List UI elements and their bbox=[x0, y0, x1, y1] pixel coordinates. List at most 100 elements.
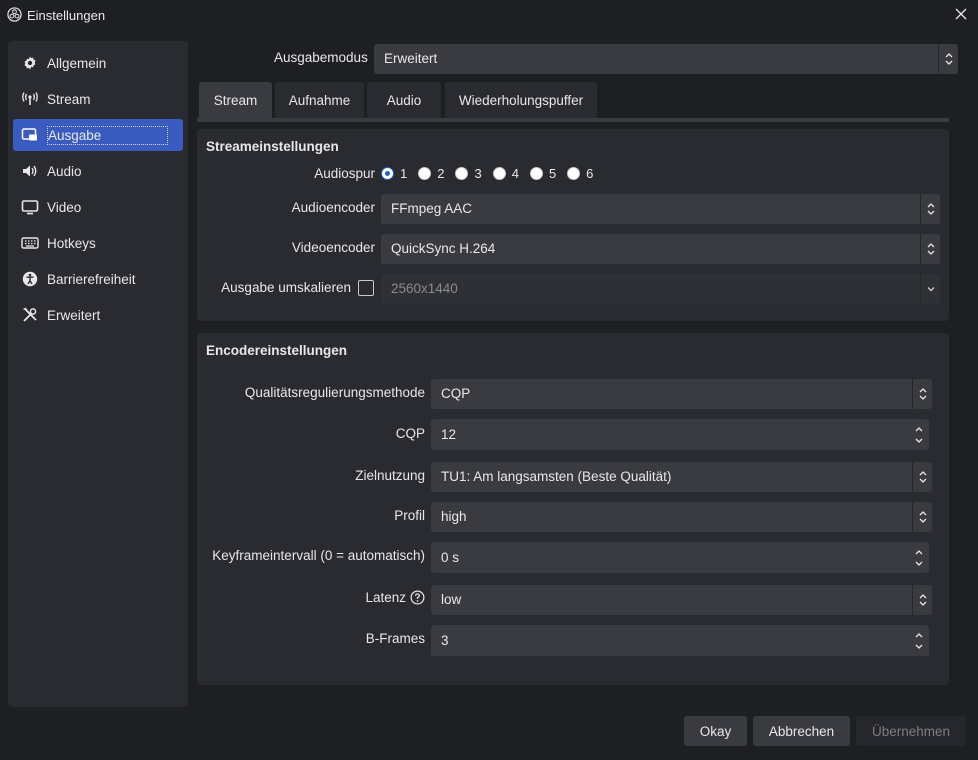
audio-track-radio-3[interactable]: 3 bbox=[455, 166, 482, 181]
audio-encoder-select[interactable]: FFmpeg AAC bbox=[381, 194, 940, 224]
group-title: Encodereinstellungen bbox=[206, 343, 348, 358]
keyframe-value: 0 s bbox=[441, 550, 460, 565]
audio-track-radio-2[interactable]: 2 bbox=[418, 166, 444, 181]
video-encoder-value: QuickSync H.264 bbox=[391, 241, 496, 256]
sidebar-item-video[interactable]: Video bbox=[13, 191, 183, 223]
sidebar-item-barrierefreiheit[interactable]: Barrierefreiheit bbox=[13, 263, 183, 295]
gear-icon bbox=[21, 54, 39, 72]
ok-button-label: Okay bbox=[699, 723, 732, 739]
profile-value: high bbox=[441, 509, 467, 524]
sidebar-item-label: Stream bbox=[47, 91, 91, 107]
settings-sidebar: Allgemein Stream Ausgabe Audio Video Hot… bbox=[8, 41, 188, 707]
radio-circle bbox=[529, 167, 543, 180]
output-icon bbox=[21, 126, 39, 144]
latency-select[interactable]: low bbox=[431, 585, 932, 615]
tab-label: Aufnahme bbox=[288, 92, 351, 108]
latency-value: low bbox=[441, 592, 462, 607]
keyframe-label: Keyframeintervall (0 = automatisch) bbox=[212, 548, 425, 563]
audio-track-radio-4[interactable]: 4 bbox=[492, 166, 519, 181]
sidebar-item-label: Ausgabe bbox=[47, 125, 169, 145]
accessibility-icon bbox=[21, 270, 39, 288]
tab-stream[interactable]: Stream bbox=[199, 82, 272, 118]
cqp-label: CQP bbox=[395, 426, 425, 441]
target-usage-label: Zielnutzung bbox=[355, 468, 425, 483]
sidebar-item-erweitert[interactable]: Erweitert bbox=[13, 299, 183, 331]
radio-label: 4 bbox=[511, 166, 519, 181]
keyboard-icon bbox=[21, 234, 39, 252]
bframes-label: B-Frames bbox=[365, 631, 425, 646]
tab-label: Wiederholungspuffer bbox=[458, 92, 584, 108]
updown-arrows-icon bbox=[920, 234, 940, 264]
radio-label: 3 bbox=[474, 166, 482, 181]
rescale-label: Ausgabe umskalieren bbox=[221, 280, 351, 295]
rate-control-value: CQP bbox=[441, 386, 471, 401]
rescale-resolution-value: 2560x1440 bbox=[391, 281, 458, 296]
radio-label: 1 bbox=[400, 166, 408, 181]
close-icon[interactable] bbox=[953, 6, 969, 22]
output-mode-value: Erweitert bbox=[384, 51, 438, 66]
sidebar-item-label: Video bbox=[47, 199, 82, 215]
tab-wiederholungspuffer[interactable]: Wiederholungspuffer bbox=[445, 82, 597, 118]
audio-encoder-value: FFmpeg AAC bbox=[391, 201, 473, 216]
latency-label: Latenz bbox=[365, 590, 406, 605]
chevron-down-icon bbox=[920, 274, 940, 304]
target-usage-value: TU1: Am langsamsten (Beste Qualität) bbox=[441, 469, 672, 484]
radio-label: 6 bbox=[586, 166, 594, 181]
radio-circle bbox=[418, 167, 432, 180]
sidebar-item-allgemein[interactable]: Allgemein bbox=[13, 47, 183, 79]
title-bar: Einstellungen bbox=[0, 0, 978, 30]
audio-track-radio-5[interactable]: 5 bbox=[529, 166, 556, 181]
spin-arrows-icon bbox=[909, 625, 929, 656]
radio-label: 2 bbox=[437, 166, 445, 181]
profile-select[interactable]: high bbox=[431, 502, 932, 532]
sidebar-item-label: Hotkeys bbox=[47, 235, 96, 251]
output-mode-label: Ausgabemodus bbox=[274, 50, 368, 65]
audio-track-radio-6[interactable]: 6 bbox=[567, 166, 593, 181]
sidebar-item-stream[interactable]: Stream bbox=[13, 83, 183, 115]
target-usage-select[interactable]: TU1: Am langsamsten (Beste Qualität) bbox=[431, 462, 932, 492]
tools-icon bbox=[21, 306, 39, 324]
tab-label: Audio bbox=[386, 92, 422, 108]
tab-aufnahme[interactable]: Aufnahme bbox=[275, 82, 364, 118]
ok-button[interactable]: Okay bbox=[684, 716, 747, 746]
output-mode-select[interactable]: Erweitert bbox=[374, 44, 958, 74]
sidebar-item-audio[interactable]: Audio bbox=[13, 155, 183, 187]
bframes-value: 3 bbox=[441, 633, 449, 648]
tab-bar-divider bbox=[197, 118, 949, 122]
updown-arrows-icon bbox=[912, 379, 932, 409]
sidebar-item-hotkeys[interactable]: Hotkeys bbox=[13, 227, 183, 259]
video-encoder-label: Videoencoder bbox=[291, 240, 375, 255]
cancel-button-label: Abbrechen bbox=[768, 723, 835, 739]
tab-audio[interactable]: Audio bbox=[367, 82, 441, 118]
obs-logo-icon bbox=[7, 7, 22, 22]
help-icon[interactable] bbox=[410, 590, 425, 605]
cqp-spinbox[interactable]: 12 bbox=[431, 419, 929, 450]
radio-circle bbox=[567, 167, 581, 180]
audio-track-label: Audiospur bbox=[314, 166, 375, 181]
sidebar-item-ausgabe[interactable]: Ausgabe bbox=[13, 119, 183, 151]
rescale-checkbox[interactable] bbox=[358, 280, 374, 296]
spin-arrows-icon bbox=[909, 542, 929, 573]
updown-arrows-icon bbox=[912, 462, 932, 492]
apply-button-label: Übernehmen bbox=[871, 723, 951, 739]
keyframe-spinbox[interactable]: 0 s bbox=[431, 542, 929, 573]
radio-circle bbox=[492, 167, 506, 180]
radio-circle bbox=[455, 167, 469, 180]
profile-label: Profil bbox=[394, 508, 425, 523]
audio-encoder-label: Audioencoder bbox=[291, 200, 375, 215]
audio-track-radio-group: 1 2 3 4 5 6 bbox=[381, 166, 604, 181]
sidebar-item-label: Erweitert bbox=[47, 307, 101, 323]
audio-track-radio-1[interactable]: 1 bbox=[381, 166, 407, 181]
sidebar-item-label: Allgemein bbox=[47, 55, 107, 71]
spin-arrows-icon bbox=[909, 419, 929, 450]
rate-control-select[interactable]: CQP bbox=[431, 379, 932, 409]
video-encoder-select[interactable]: QuickSync H.264 bbox=[381, 234, 940, 264]
bframes-spinbox[interactable]: 3 bbox=[431, 625, 929, 656]
latency-label-row: Latenz bbox=[200, 590, 425, 605]
radio-circle bbox=[381, 167, 394, 180]
antenna-icon bbox=[21, 90, 39, 108]
cancel-button[interactable]: Abbrechen bbox=[753, 716, 850, 746]
speaker-icon bbox=[21, 162, 39, 180]
rescale-resolution-select[interactable]: 2560x1440 bbox=[381, 274, 940, 304]
apply-button[interactable]: Übernehmen bbox=[856, 716, 966, 746]
